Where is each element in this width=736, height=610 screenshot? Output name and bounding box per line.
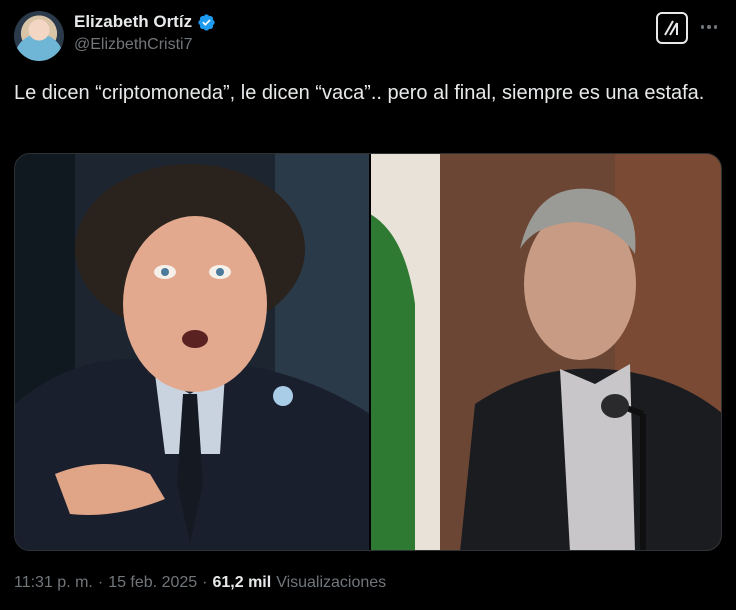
tweet-meta: 11:31 p. m. · 15 feb. 2025 · 61,2 mil Vi… (14, 574, 386, 592)
author-name-row: Elizabeth Ortíz (74, 12, 216, 32)
tweet-date[interactable]: 15 feb. 2025 (108, 574, 197, 592)
author-avatar[interactable] (14, 11, 64, 61)
views-label: Visualizaciones (276, 574, 387, 591)
verified-badge-icon (198, 13, 215, 31)
more-options-icon (700, 25, 705, 29)
tweet-text: Le dicen “criptomoneda”, le dicen “vaca”… (14, 82, 705, 104)
left-photo (15, 154, 370, 550)
media-photo-collage (15, 154, 721, 550)
tweet-header: Elizabeth Ortíz @ElizbethCristi7 (14, 8, 722, 64)
grok-button[interactable] (656, 12, 688, 44)
tweet-time[interactable]: 11:31 p. m. (14, 574, 93, 592)
author-handle[interactable]: @ElizbethCristi7 (74, 36, 216, 54)
meta-separator-2: · (202, 574, 208, 591)
author-names: Elizabeth Ortíz @ElizbethCristi7 (74, 12, 216, 54)
more-options-icon-dot (707, 25, 711, 29)
author-display-name[interactable]: Elizabeth Ortíz (74, 12, 192, 32)
more-options-button[interactable] (696, 14, 722, 40)
right-photo (370, 154, 721, 550)
views-count: 61,2 mil (212, 574, 272, 591)
more-options-icon-dot (713, 25, 718, 29)
meta-separator: · (97, 574, 104, 591)
grok-icon (664, 20, 678, 36)
tweet-media[interactable] (14, 153, 722, 551)
